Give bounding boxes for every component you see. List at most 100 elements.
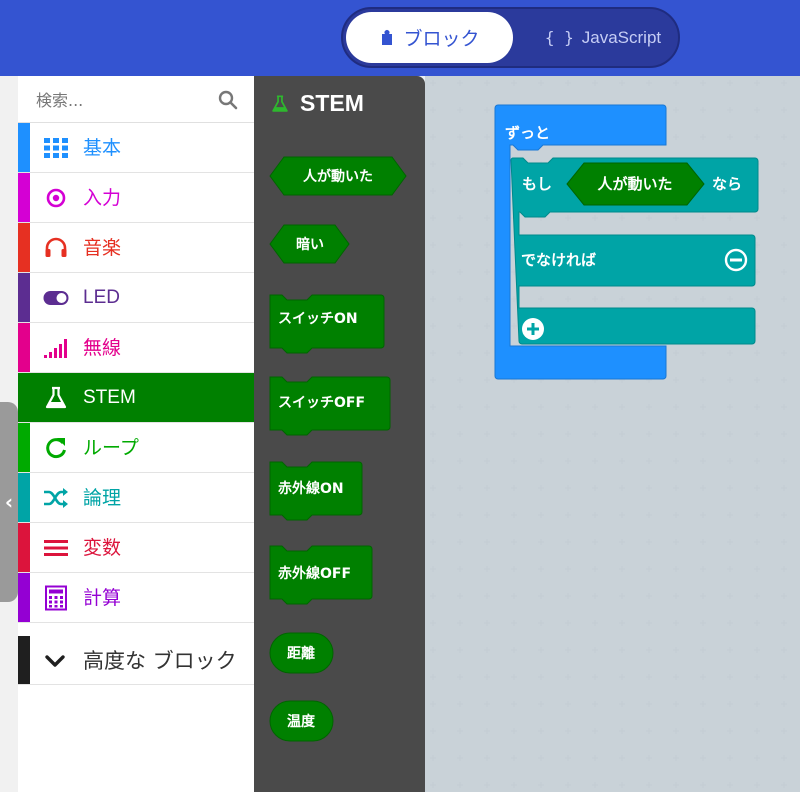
grid-mark xyxy=(430,188,436,194)
grid-mark xyxy=(430,242,436,248)
grid-mark xyxy=(700,215,706,221)
grid-mark xyxy=(430,647,436,653)
block-infrared-on[interactable]: 赤外線ON xyxy=(269,461,363,521)
grid-mark xyxy=(646,674,652,680)
grid-mark xyxy=(484,242,490,248)
grid-mark xyxy=(457,296,463,302)
grid-mark xyxy=(430,134,436,140)
advanced-blocks-toggle[interactable]: 高度な ブロック xyxy=(18,636,254,685)
category-loops[interactable]: ループ xyxy=(18,423,254,473)
grid-mark xyxy=(484,350,490,356)
grid-mark xyxy=(592,80,598,86)
grid-mark xyxy=(727,755,733,761)
grid-mark xyxy=(700,566,706,572)
grid-mark xyxy=(754,782,760,788)
grid-mark xyxy=(430,539,436,545)
grid-mark xyxy=(430,728,436,734)
grid-mark xyxy=(646,647,652,653)
category-input[interactable]: 入力 xyxy=(18,173,254,223)
grid-mark xyxy=(673,458,679,464)
category-logic[interactable]: 論理 xyxy=(18,473,254,523)
block-infrared-off[interactable]: 赤外線OFF xyxy=(269,545,373,605)
grid-mark xyxy=(511,701,517,707)
grid-mark xyxy=(484,215,490,221)
category-variables[interactable]: 変数 xyxy=(18,523,254,573)
grid-mark xyxy=(457,215,463,221)
block-switch-off[interactable]: スイッチOFF xyxy=(269,376,391,436)
grid-mark xyxy=(430,512,436,518)
grid-mark xyxy=(538,296,544,302)
blocks-mode-button[interactable]: ブロック xyxy=(346,12,513,63)
grid-mark xyxy=(484,512,490,518)
category-radio[interactable]: 無線 xyxy=(18,323,254,373)
grid-mark xyxy=(484,431,490,437)
grid-mark xyxy=(457,80,463,86)
category-music[interactable]: 音楽 xyxy=(18,223,254,273)
chevron-down-icon xyxy=(45,655,65,667)
grid-mark xyxy=(673,755,679,761)
grid-mark xyxy=(727,296,733,302)
grid-mark xyxy=(511,728,517,734)
category-stem[interactable]: STEM xyxy=(18,373,254,423)
block-label: 人が動いた xyxy=(303,168,373,185)
grid-mark xyxy=(430,431,436,437)
grid-mark xyxy=(673,593,679,599)
grid-mark xyxy=(565,782,571,788)
grid-mark xyxy=(754,674,760,680)
grid-mark xyxy=(484,593,490,599)
grid-mark xyxy=(511,539,517,545)
blocks-mode-label: ブロック xyxy=(403,28,480,50)
grid-mark xyxy=(727,377,733,383)
category-label: 計算 xyxy=(83,587,122,609)
grid-mark xyxy=(430,755,436,761)
search-icon[interactable] xyxy=(218,90,238,110)
grid-mark xyxy=(646,593,652,599)
block-dark[interactable]: 暗い xyxy=(269,224,350,264)
else-label: でなければ xyxy=(521,251,596,269)
puzzle-icon xyxy=(382,29,393,45)
grid-mark xyxy=(673,701,679,707)
grid-mark xyxy=(727,215,733,221)
block-switch-on[interactable]: スイッチON xyxy=(269,294,385,354)
grid-mark xyxy=(592,431,598,437)
add-else-if-icon[interactable] xyxy=(522,318,544,340)
grid-mark xyxy=(592,674,598,680)
chevron-left-icon: ‹ xyxy=(4,490,14,514)
grid-mark xyxy=(781,755,787,761)
grid-mark xyxy=(511,620,517,626)
grid-mark xyxy=(484,188,490,194)
grid-mark xyxy=(538,566,544,572)
grid-mark xyxy=(457,647,463,653)
condition-block-person-moved[interactable]: 人が動いた xyxy=(566,162,705,206)
collapse-simulator-button[interactable]: ‹ xyxy=(0,402,18,602)
grid-mark xyxy=(673,674,679,680)
block-workspace[interactable]: ずっと もし なら でなければ 人が動いた xyxy=(425,76,800,792)
category-led[interactable]: LED xyxy=(18,273,254,323)
category-basic[interactable]: 基本 xyxy=(18,123,254,173)
block-distance[interactable]: 距離 xyxy=(269,632,334,674)
category-color-bar xyxy=(18,223,30,272)
grid-mark xyxy=(754,566,760,572)
grid-mark xyxy=(700,350,706,356)
grid-mark xyxy=(673,485,679,491)
javascript-mode-button[interactable]: { } JavaScript xyxy=(528,12,678,63)
grid-mark xyxy=(781,566,787,572)
block-person-moved[interactable]: 人が動いた xyxy=(269,156,407,196)
top-bar: ブロック { } JavaScript xyxy=(0,0,800,76)
condition-label: 人が動いた xyxy=(597,175,672,193)
grid-mark xyxy=(727,782,733,788)
grid-mark xyxy=(781,323,787,329)
grid-mark xyxy=(430,566,436,572)
grid-mark xyxy=(457,242,463,248)
grid-mark xyxy=(430,323,436,329)
search-input[interactable] xyxy=(36,86,226,114)
grid-mark xyxy=(457,620,463,626)
grid-mark xyxy=(565,647,571,653)
grid-mark xyxy=(754,593,760,599)
grid-mark xyxy=(565,215,571,221)
grid-mark xyxy=(592,782,598,788)
category-color-bar xyxy=(18,636,30,684)
category-math[interactable]: 計算 xyxy=(18,573,254,623)
block-temperature[interactable]: 温度 xyxy=(269,700,334,742)
grid-mark xyxy=(430,593,436,599)
